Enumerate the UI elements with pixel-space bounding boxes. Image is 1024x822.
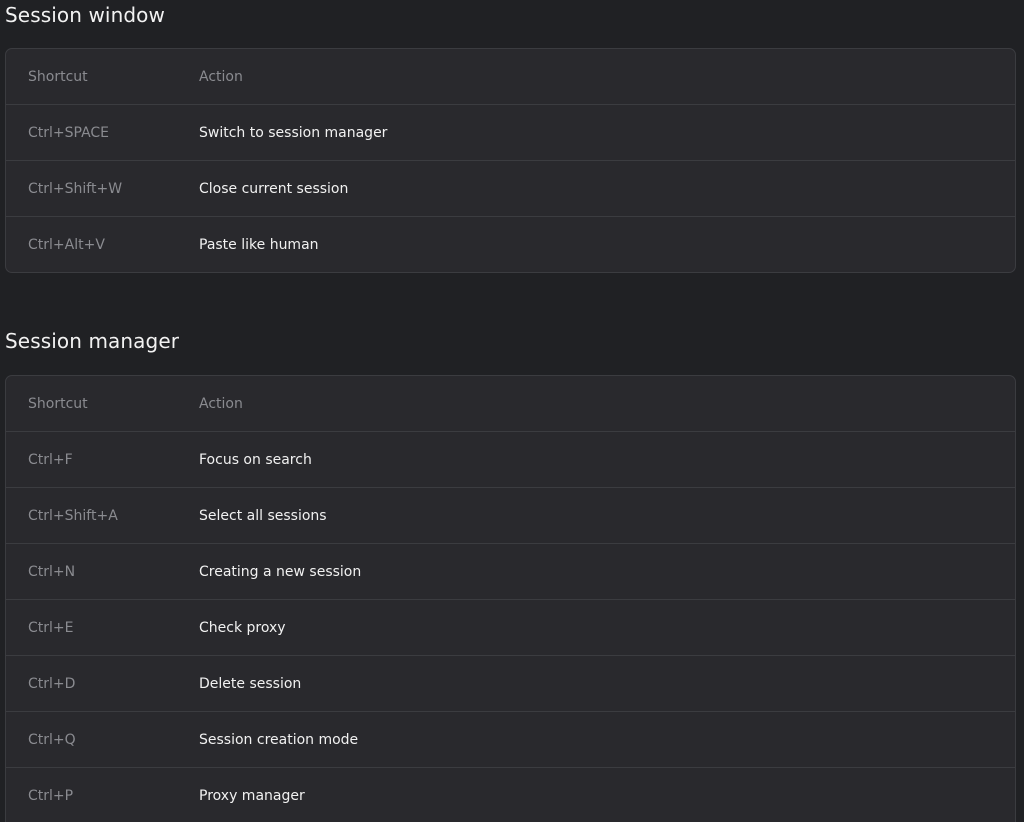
action-cell: Check proxy [199, 619, 286, 636]
table-row: Ctrl+Q Session creation mode [6, 711, 1015, 767]
action-cell: Focus on search [199, 451, 312, 468]
action-cell: Session creation mode [199, 731, 359, 748]
table-row: Ctrl+P Proxy manager [6, 767, 1015, 822]
action-cell: Proxy manager [199, 787, 305, 804]
action-cell: Creating a new session [199, 563, 362, 580]
shortcut-column-header: Shortcut [28, 395, 88, 412]
shortcut-cell: Ctrl+D [28, 675, 76, 692]
shortcut-cell: Ctrl+Alt+V [28, 236, 105, 253]
action-cell: Select all sessions [199, 507, 327, 524]
table-row: Ctrl+E Check proxy [6, 599, 1015, 655]
table-row: Ctrl+N Creating a new session [6, 543, 1015, 599]
table-header-row: Shortcut Action [6, 49, 1015, 104]
action-column-header: Action [199, 68, 243, 85]
shortcut-cell: Ctrl+E [28, 619, 74, 636]
table-row: Ctrl+Alt+V Paste like human [6, 216, 1015, 272]
action-cell: Close current session [199, 180, 349, 197]
action-cell: Paste like human [199, 236, 319, 253]
shortcut-cell: Ctrl+Q [28, 731, 76, 748]
shortcut-cell: Ctrl+N [28, 563, 76, 580]
shortcut-cell: Ctrl+Shift+W [28, 180, 123, 197]
shortcut-cell: Ctrl+SPACE [28, 124, 110, 141]
table-row: Ctrl+F Focus on search [6, 431, 1015, 487]
table-row: Ctrl+Shift+W Close current session [6, 160, 1015, 216]
shortcut-cell: Ctrl+Shift+A [28, 507, 118, 524]
action-column-header: Action [199, 395, 243, 412]
session-window-table: Shortcut Action Ctrl+SPACE Switch to ses… [5, 48, 1016, 273]
shortcut-cell: Ctrl+P [28, 787, 74, 804]
session-manager-table: Shortcut Action Ctrl+F Focus on search C… [5, 375, 1016, 822]
table-row: Ctrl+D Delete session [6, 655, 1015, 711]
shortcut-cell: Ctrl+F [28, 451, 73, 468]
action-cell: Switch to session manager [199, 124, 388, 141]
table-row: Ctrl+Shift+A Select all sessions [6, 487, 1015, 543]
shortcut-column-header: Shortcut [28, 68, 88, 85]
session-window-title: Session window [5, 3, 165, 27]
action-cell: Delete session [199, 675, 302, 692]
table-row: Ctrl+SPACE Switch to session manager [6, 104, 1015, 160]
shortcuts-page: Session window Shortcut Action Ctrl+SPAC… [0, 0, 1024, 822]
session-manager-title: Session manager [5, 329, 180, 353]
table-header-row: Shortcut Action [6, 376, 1015, 431]
